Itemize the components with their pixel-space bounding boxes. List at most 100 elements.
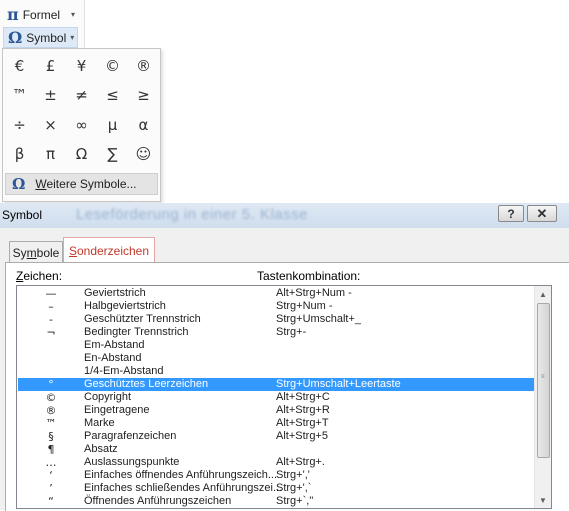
scroll-up-arrow-icon[interactable]: ▲ [535, 286, 551, 302]
symbol-cell[interactable]: © [97, 51, 128, 81]
shortcut-cell: Strg+Umschalt+_ [276, 313, 361, 325]
symbol-cell[interactable]: ∑ [97, 140, 128, 170]
name-cell: Eingetragene [84, 404, 150, 416]
shortcut-cell: Strg+- [276, 326, 307, 338]
list-item[interactable]: ’ Einfaches schließendes Anführungszei...… [18, 482, 535, 495]
symbol-cell[interactable]: £ [35, 51, 66, 81]
list-item[interactable]: – Halbgeviertstrich Strg+Num - [18, 300, 535, 313]
shortcut-cell: Alt+Strg+C [276, 391, 330, 403]
shortcut-cell: Strg+`," [276, 495, 314, 507]
list-item[interactable]: ‘ Einfaches öffnendes Anführungszeich... S… [18, 469, 535, 482]
chevron-down-icon: ▾ [70, 33, 75, 42]
column-header-tastenkombination: Tastenkombination: [257, 269, 361, 283]
character-cell: - [49, 313, 53, 326]
column-header-zeichen: Zeichen: [16, 269, 63, 283]
name-cell: Absatz [84, 443, 118, 455]
name-cell: Copyright [84, 391, 132, 403]
list-item[interactable]: ¶ Absatz [18, 443, 535, 456]
omega-icon: Ω [8, 27, 23, 47]
name-cell: Geschütztes Leerzeichen [84, 378, 209, 390]
shortcut-cell: Strg+Umschalt+Leertaste [276, 378, 401, 390]
name-cell: Öffnendes Anführungszeichen [84, 495, 232, 507]
symbol-cell[interactable]: ¥ [66, 51, 97, 81]
dialog-titlebar[interactable]: Symbol Leseförderung in einer 5. Klasse … [0, 203, 569, 228]
symbol-cell[interactable]: Ω [66, 140, 97, 170]
symbol-cell[interactable]: β [4, 140, 35, 170]
list-item[interactable]: - Geschützter Trennstrich Strg+Umschalt+_ [18, 313, 535, 326]
symbol-cell[interactable]: α [128, 110, 159, 140]
formula-label: Formel [22, 7, 61, 22]
list-item[interactable]: ™ Marke Alt+Strg+T [18, 417, 535, 430]
character-cell: ™ [45, 417, 57, 430]
symbol-cell[interactable]: ☺ [128, 140, 159, 170]
symbol-grid: € £ ¥ © ® ™ ± ≠ ≤ ≥ ÷ × ∞ µ α β π Ω ∑ ☺ [4, 51, 159, 169]
character-cell: ¬ [46, 326, 56, 339]
name-cell: Bedingter Trennstrich [84, 326, 189, 338]
name-cell: Paragrafenzeichen [84, 430, 177, 442]
shortcut-cell: Strg+',' [276, 469, 310, 481]
symbol-cell[interactable]: ≥ [128, 81, 159, 111]
name-cell: Halbgeviertstrich [84, 300, 166, 312]
list-item[interactable]: 1/4-Em-Abstand [18, 365, 535, 378]
symbol-button[interactable]: Ω Symbol ▾ [3, 27, 78, 48]
symbol-cell[interactable]: ™ [4, 81, 35, 111]
symbol-cell[interactable]: ≠ [66, 81, 97, 111]
pi-icon: π [7, 4, 19, 24]
character-cell: ’ [49, 482, 53, 495]
character-cell: “ [48, 495, 54, 508]
tab-symbole[interactable]: Sy m bole [9, 241, 63, 263]
special-characters-list[interactable]: — Geviertstrich Alt+Strg+Num - – Halbgeviert… [16, 285, 552, 509]
name-cell: En-Abstand [84, 352, 142, 364]
scrollbar-thumb[interactable]: ≡ [537, 303, 550, 458]
symbol-cell[interactable]: π [35, 140, 66, 170]
list-item[interactable]: Em-Abstand [18, 339, 535, 352]
more-symbols-button[interactable]: Ω Weitere Symbole... [5, 173, 158, 195]
symbol-cell[interactable]: ± [35, 81, 66, 111]
shortcut-cell: Alt+Strg+5 [276, 430, 328, 442]
character-cell: — [45, 287, 57, 300]
name-cell: 1/4-Em-Abstand [84, 365, 164, 377]
list-item[interactable]: ¬ Bedingter Trennstrich Strg+- [18, 326, 535, 339]
shortcut-cell: Alt+Strg+R [276, 404, 330, 416]
shortcut-cell: Alt+Strg+T [276, 417, 329, 429]
close-button[interactable]: ✕ [527, 205, 557, 222]
scroll-down-arrow-icon[interactable]: ▼ [535, 492, 551, 508]
character-cell: … [45, 456, 57, 469]
shortcut-cell: Alt+Strg+Num - [276, 287, 352, 299]
list-item[interactable]: ® Eingetragene Alt+Strg+R [18, 404, 535, 417]
character-cell: ® [45, 404, 57, 417]
name-cell: Geviertstrich [84, 287, 146, 299]
shortcut-cell: Alt+Strg+. [276, 456, 325, 468]
name-cell: Em-Abstand [84, 339, 145, 351]
symbol-cell[interactable]: € [4, 51, 35, 81]
name-cell: Auslassungspunkte [84, 456, 180, 468]
sonderzeichen-panel: Zeichen: Tastenkombination: — Geviertstri… [5, 262, 569, 511]
name-cell: Marke [84, 417, 115, 429]
list-item[interactable]: — Geviertstrich Alt+Strg+Num - [18, 287, 535, 300]
symbol-label: Symbol [26, 30, 67, 45]
character-cell: ‘ [49, 469, 53, 482]
list-item[interactable]: … Auslassungspunkte Alt+Strg+. [18, 456, 535, 469]
symbol-cell[interactable]: ÷ [4, 110, 35, 140]
list-item[interactable]: ° Geschütztes Leerzeichen Strg+Umschalt+Le… [18, 378, 535, 391]
list-item[interactable]: “ Öffnendes Anführungszeichen Strg+`," [18, 495, 535, 508]
character-cell: – [48, 300, 54, 313]
list-item[interactable]: § Paragrafenzeichen Alt+Strg+5 [18, 430, 535, 443]
vertical-scrollbar[interactable]: ▲ ≡ ▼ [534, 286, 551, 508]
tab-sonderzeichen[interactable]: Sonderzeichen [63, 237, 155, 263]
symbol-dialog: Symbol Leseförderung in einer 5. Klasse … [0, 203, 569, 511]
list-item[interactable]: © Copyright Alt+Strg+C [18, 391, 535, 404]
symbol-cell[interactable]: ® [128, 51, 159, 81]
symbol-cell[interactable]: ≤ [97, 81, 128, 111]
list-item[interactable]: En-Abstand [18, 352, 535, 365]
chevron-down-icon[interactable]: ▾ [71, 10, 75, 19]
background-window-title: Leseförderung in einer 5. Klasse [76, 206, 308, 223]
grip-icon: ≡ [541, 374, 545, 380]
symbol-cell[interactable]: µ [97, 110, 128, 140]
formula-button[interactable]: π Formel ▾ [3, 4, 79, 25]
symbol-cell[interactable]: ∞ [66, 110, 97, 140]
symbol-cell[interactable]: × [35, 110, 66, 140]
help-button[interactable]: ? [498, 205, 524, 222]
name-cell: Einfaches öffnendes Anführungszeich... [84, 469, 278, 481]
character-cell: ¶ [47, 443, 55, 456]
